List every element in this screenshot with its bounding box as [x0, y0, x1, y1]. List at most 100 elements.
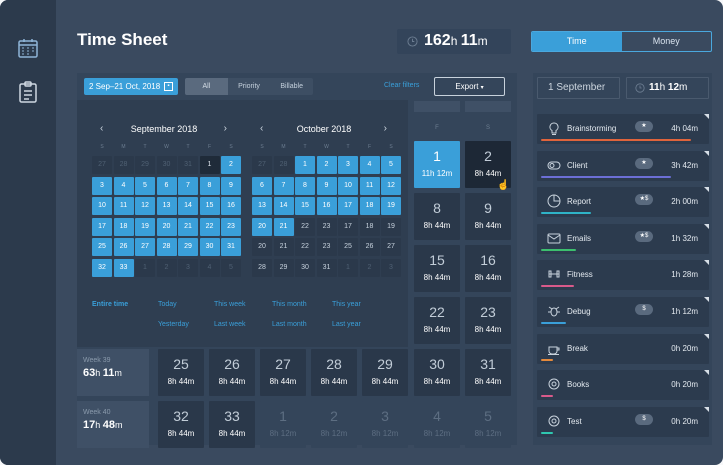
calendar-day[interactable]: 2	[316, 156, 337, 174]
calendar-day[interactable]: 13	[252, 197, 272, 215]
calendar-day[interactable]: 14	[273, 197, 294, 215]
calendar-day[interactable]: 6	[156, 176, 177, 195]
filter-priority[interactable]: Priority	[228, 78, 271, 95]
calendar-day[interactable]: 5	[221, 258, 241, 277]
calendar-day[interactable]: 3	[92, 176, 112, 195]
day-cell[interactable]: 26 8h 44m	[209, 349, 255, 396]
calendar-day[interactable]: 22	[199, 217, 220, 236]
quick-this-year[interactable]: This year	[332, 301, 361, 308]
calendar-day[interactable]: 7	[178, 176, 198, 195]
calendar-day[interactable]: 11	[359, 176, 380, 195]
calendar-day[interactable]: 15	[295, 197, 315, 215]
day-cell[interactable]: 32 8h 44m	[158, 401, 204, 448]
day-cell-15[interactable]: 15 8h 44m	[414, 245, 460, 292]
calendar-day[interactable]: 29	[178, 238, 198, 256]
calendar-day[interactable]: 3	[381, 258, 401, 277]
calendar-day[interactable]: 1	[295, 156, 315, 174]
quick-today[interactable]: Today	[158, 301, 177, 308]
task-row[interactable]: Client ★ 3h 42m	[537, 150, 709, 181]
day-cell-16[interactable]: 16 8h 44m	[465, 245, 511, 292]
export-button[interactable]: Export ▾	[434, 77, 505, 96]
calendar-day[interactable]: 2	[221, 156, 241, 174]
day-cell-22[interactable]: 22 8h 44m	[414, 297, 460, 344]
calendar-day[interactable]: 32	[92, 258, 112, 277]
calendar-day[interactable]: 31	[178, 156, 198, 174]
day-cell[interactable]: 3 8h 12m	[362, 401, 408, 448]
calendar-day[interactable]: 23	[316, 217, 337, 236]
calendar-day[interactable]: 20	[156, 217, 177, 236]
day-cell[interactable]: 27 8h 44m	[260, 349, 306, 396]
calendar-day[interactable]: 17	[338, 197, 358, 215]
filter-all[interactable]: All	[185, 78, 228, 95]
calendar-day[interactable]: 12	[135, 197, 155, 215]
week-label[interactable]: Week 40 17h 48m	[77, 401, 149, 448]
calendar-day[interactable]: 26	[113, 238, 134, 256]
quick-last-month[interactable]: Last month	[272, 321, 307, 328]
calendar-day[interactable]: 10	[92, 197, 112, 215]
prev-month-icon[interactable]: ‹	[100, 122, 103, 136]
day-cell-1[interactable]: 1 11h 12m	[414, 141, 460, 188]
calendar-day[interactable]: 23	[221, 217, 241, 236]
task-row[interactable]: Brainstorming ★ 4h 04m	[537, 114, 709, 144]
day-cell[interactable]: 29 8h 44m	[362, 349, 408, 396]
calendar-day[interactable]: 30	[199, 238, 220, 256]
calendar-day[interactable]: 8	[295, 176, 315, 195]
calendar-day[interactable]: 28	[156, 238, 177, 256]
time-tab[interactable]: Time	[532, 32, 622, 51]
task-row[interactable]: Debug $1h 12m	[537, 297, 709, 327]
calendar-day[interactable]: 20	[252, 217, 272, 236]
calendar-day[interactable]: 19	[381, 197, 401, 215]
task-row[interactable]: Books 0h 20m	[537, 370, 709, 401]
calendar-day[interactable]: 2	[359, 258, 380, 277]
clipboard-icon[interactable]	[16, 80, 40, 104]
calendar-day[interactable]: 3	[178, 258, 198, 277]
calendar-day[interactable]: 14	[178, 197, 198, 215]
calendar-day[interactable]: 21	[178, 217, 198, 236]
day-cell[interactable]: 31 8h 44m	[465, 349, 511, 396]
calendar-day[interactable]: 4	[113, 176, 134, 195]
calendar-day[interactable]: 19	[381, 217, 401, 236]
task-row[interactable]: Test $0h 20m	[537, 406, 709, 437]
calendar-icon[interactable]	[16, 36, 40, 60]
calendar-day[interactable]: 21	[273, 238, 294, 256]
calendar-day[interactable]: 9	[316, 176, 337, 195]
day-cell[interactable]: 25 8h 44m	[158, 349, 204, 396]
calendar-day[interactable]: 25	[92, 238, 112, 256]
task-row[interactable]: Fitness 1h 28m	[537, 260, 709, 291]
calendar-day[interactable]: 27	[92, 156, 112, 174]
calendar-day[interactable]: 18	[113, 217, 134, 236]
day-cell[interactable]: 28 8h 44m	[311, 349, 357, 396]
money-tab[interactable]: Money	[622, 32, 712, 51]
calendar-day[interactable]: 29	[135, 156, 155, 174]
day-cell-9[interactable]: 9 8h 44m	[465, 193, 511, 240]
calendar-day[interactable]: 10	[338, 176, 358, 195]
day-cell-8[interactable]: 8 8h 44m	[414, 193, 460, 240]
prev-month-icon[interactable]: ‹	[260, 122, 263, 136]
calendar-day[interactable]: 7	[273, 176, 294, 195]
day-cell[interactable]: 30 8h 44m	[414, 349, 460, 396]
calendar-day[interactable]: 11	[113, 197, 134, 215]
day-cell[interactable]: 33 8h 44m	[209, 401, 255, 448]
quick-last-week[interactable]: Last week	[214, 321, 246, 328]
calendar-day[interactable]: 19	[135, 217, 155, 236]
calendar-day[interactable]: 28	[113, 156, 134, 174]
quick-this-month[interactable]: This month	[272, 301, 307, 308]
calendar-day[interactable]: 15	[199, 197, 220, 215]
day-cell[interactable]: 2 8h 12m	[311, 401, 357, 448]
calendar-day[interactable]: 13	[156, 197, 177, 215]
calendar-day[interactable]: 27	[381, 238, 401, 256]
calendar-day[interactable]: 1	[338, 258, 358, 277]
calendar-day[interactable]: 21	[273, 217, 294, 236]
calendar-day[interactable]: 5	[381, 156, 401, 174]
calendar-day[interactable]: 1	[199, 156, 220, 174]
calendar-day[interactable]: 29	[273, 258, 294, 277]
calendar-day[interactable]: 22	[295, 238, 315, 256]
calendar-day[interactable]: 31	[221, 238, 241, 256]
day-cell[interactable]: 1 8h 12m	[260, 401, 306, 448]
calendar-day[interactable]: 17	[92, 217, 112, 236]
calendar-day[interactable]: 22	[295, 217, 315, 236]
quick-last-year[interactable]: Last year	[332, 321, 361, 328]
date-range-button[interactable]: 2 Sep–21 Oct, 2018 ▪	[84, 78, 178, 95]
week-label[interactable]: Week 39 63h 11m	[77, 349, 149, 396]
quick-entire-time[interactable]: Entire time	[92, 301, 128, 308]
